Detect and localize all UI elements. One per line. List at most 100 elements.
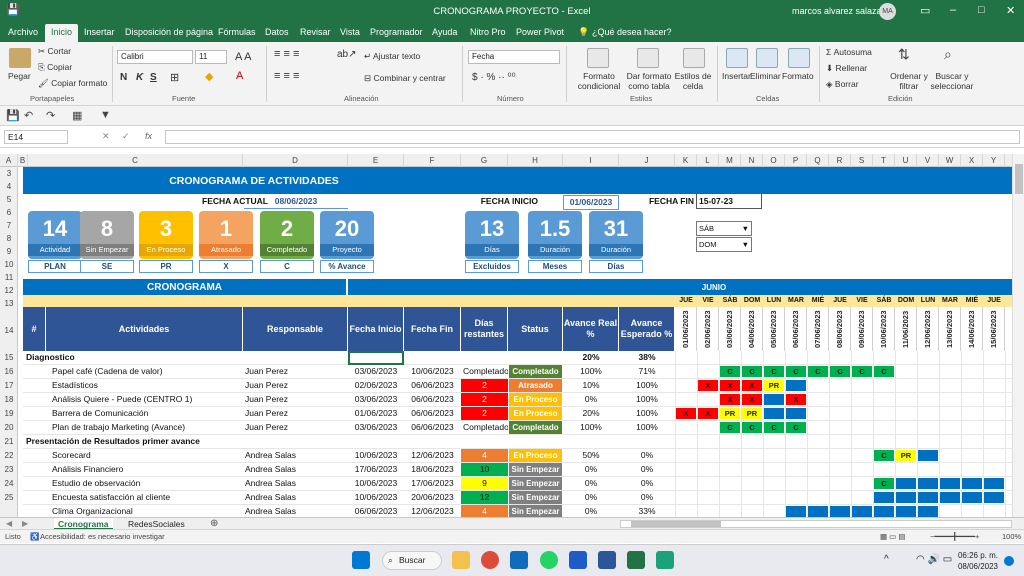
delete-cells-icon[interactable]: [756, 48, 778, 68]
activity-name[interactable]: Barrera de Comunicación: [50, 407, 243, 420]
responsible[interactable]: Andrea Salas: [243, 463, 348, 476]
add-sheet-icon[interactable]: ⊕: [210, 518, 218, 529]
date-column-header[interactable]: 04/06/2023: [741, 307, 763, 351]
real-progress[interactable]: 0%: [563, 491, 619, 504]
responsible[interactable]: Andrea Salas: [243, 491, 348, 504]
row-header[interactable]: 25: [0, 491, 18, 505]
gantt-cell[interactable]: C: [829, 365, 851, 378]
tab-disposicion[interactable]: Disposición de página: [125, 27, 213, 37]
end-date[interactable]: 12/06/2023: [404, 505, 461, 517]
end-date[interactable]: 20/06/2023: [404, 491, 461, 504]
gantt-cell[interactable]: C: [785, 421, 807, 434]
days-remaining[interactable]: 2: [461, 407, 508, 420]
date-column-header[interactable]: 06/06/2023: [785, 307, 807, 351]
row-header[interactable]: 5: [0, 193, 18, 206]
status-badge[interactable]: En Proceso: [509, 407, 562, 420]
conditional-format-button[interactable]: Formato condicional: [574, 71, 624, 91]
currency-icon[interactable]: $ · % ·· ⁰⁰: [472, 72, 516, 83]
column-header[interactable]: B: [18, 154, 28, 167]
cut-button[interactable]: ✂ Cortar: [38, 46, 71, 57]
date-column-header[interactable]: 07/06/2023: [807, 307, 829, 351]
zoom-level[interactable]: 100%: [1002, 532, 1021, 541]
column-header[interactable]: H: [508, 154, 563, 167]
chevron-up-icon[interactable]: ^: [884, 554, 889, 565]
gantt-cell[interactable]: [983, 491, 1005, 504]
group-title[interactable]: Diagnostico: [24, 351, 324, 364]
column-header[interactable]: S: [851, 154, 873, 167]
real-progress[interactable]: 0%: [563, 393, 619, 406]
gantt-cell[interactable]: PR: [719, 407, 741, 420]
chrome-icon[interactable]: [481, 551, 499, 569]
expected-progress[interactable]: 100%: [619, 379, 675, 392]
gantt-cell[interactable]: [763, 407, 785, 420]
gantt-cell[interactable]: PR: [741, 407, 763, 420]
fill-color-icon[interactable]: ◆: [205, 70, 213, 83]
row-header[interactable]: 12: [0, 284, 18, 297]
responsible[interactable]: Juan Perez: [243, 421, 348, 434]
table-header-cell[interactable]: Actividades: [46, 307, 243, 351]
column-header[interactable]: V: [917, 154, 939, 167]
activity-name[interactable]: Scorecard: [50, 449, 243, 462]
number-format-select[interactable]: Fecha: [468, 50, 560, 64]
end-date[interactable]: 17/06/2023: [404, 477, 461, 490]
gantt-cell[interactable]: X: [675, 407, 697, 420]
expected-progress[interactable]: 0%: [619, 449, 675, 462]
row-header[interactable]: 11: [0, 271, 18, 284]
merge-button[interactable]: ⊟ Combinar y centrar: [364, 73, 446, 84]
name-box[interactable]: E14: [4, 130, 68, 144]
activity-name[interactable]: Clima Organizacional: [50, 505, 243, 517]
column-header[interactable]: G: [461, 154, 508, 167]
status-badge[interactable]: Completado: [509, 365, 562, 378]
gantt-cell[interactable]: [939, 491, 961, 504]
end-date[interactable]: 06/06/2023: [404, 421, 461, 434]
gantt-cell[interactable]: C: [719, 365, 741, 378]
responsible[interactable]: Andrea Salas: [243, 477, 348, 490]
gantt-cell[interactable]: [917, 491, 939, 504]
gantt-cell[interactable]: X: [697, 407, 719, 420]
table-header-cell[interactable]: #: [23, 307, 46, 351]
row-header[interactable]: 21: [0, 435, 18, 449]
expected-progress[interactable]: 33%: [619, 505, 675, 517]
end-date[interactable]: 18/06/2023: [404, 463, 461, 476]
insert-cells-icon[interactable]: [726, 48, 748, 68]
excluded-day-select-2[interactable]: DOM ▼: [696, 237, 752, 252]
date-column-header[interactable]: 02/06/2023: [697, 307, 719, 351]
column-header[interactable]: J: [619, 154, 675, 167]
save-icon[interactable]: 💾: [6, 109, 20, 122]
gantt-cell[interactable]: [895, 491, 917, 504]
excel-icon[interactable]: [627, 551, 645, 569]
gantt-cell[interactable]: C: [763, 421, 785, 434]
column-header[interactable]: R: [829, 154, 851, 167]
paste-icon[interactable]: [9, 48, 31, 68]
conditional-format-icon[interactable]: [587, 48, 609, 68]
gantt-cell[interactable]: [939, 477, 961, 490]
gantt-cell[interactable]: PR: [895, 449, 917, 462]
gantt-cell[interactable]: [917, 477, 939, 490]
days-remaining[interactable]: 4: [461, 505, 508, 517]
gantt-cell[interactable]: [917, 449, 939, 462]
gantt-cell[interactable]: C: [719, 421, 741, 434]
column-header[interactable]: U: [895, 154, 917, 167]
copy-button[interactable]: ⎘ Copiar: [38, 62, 72, 73]
date-column-header[interactable]: 13/06/2023: [939, 307, 961, 351]
format-table-icon[interactable]: [637, 48, 659, 68]
gantt-cell[interactable]: X: [719, 393, 741, 406]
row-header[interactable]: 16: [0, 365, 18, 379]
row-header[interactable]: 15: [0, 351, 18, 365]
gantt-cell[interactable]: C: [741, 365, 763, 378]
date-column-header[interactable]: 01/06/2023: [675, 307, 697, 351]
magnifier-icon[interactable]: ⌕: [944, 46, 952, 63]
date-column-header[interactable]: 03/06/2023: [719, 307, 741, 351]
gantt-cell[interactable]: [829, 505, 851, 517]
view-normal-icon[interactable]: ▦ ▭ ▤: [880, 532, 905, 541]
confirm-icon[interactable]: ✓: [122, 131, 130, 142]
tab-datos[interactable]: Datos: [265, 27, 289, 37]
gantt-cell[interactable]: [785, 505, 807, 517]
h-scroll-thumb[interactable]: [631, 521, 721, 527]
row-header[interactable]: 23: [0, 463, 18, 477]
expected-progress[interactable]: 100%: [619, 407, 675, 420]
format-table-button[interactable]: Dar formato como tabla: [624, 71, 674, 91]
group-expected[interactable]: 38%: [619, 351, 675, 364]
table-header-cell[interactable]: Avance Esperado %: [619, 307, 675, 351]
responsible[interactable]: Andrea Salas: [243, 505, 348, 517]
